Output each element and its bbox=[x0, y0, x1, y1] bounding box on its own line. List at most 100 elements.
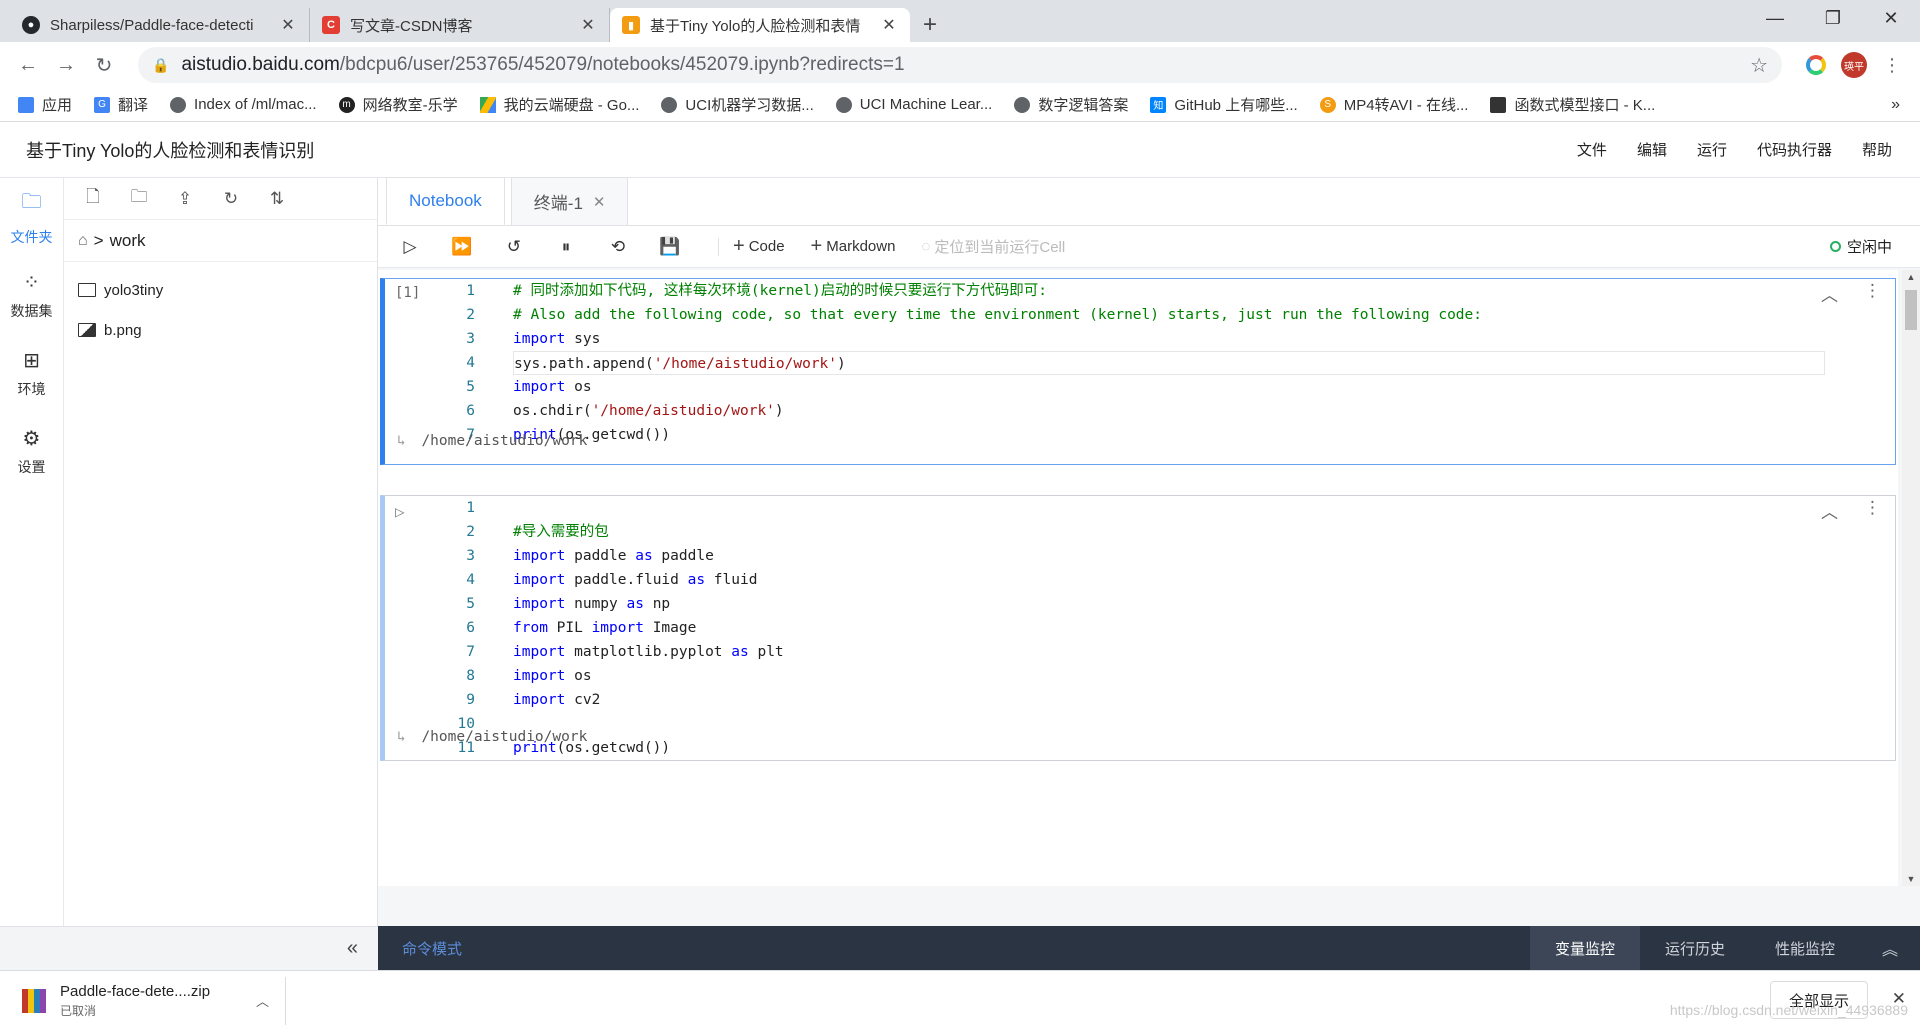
reload-icon[interactable]: ↻ bbox=[88, 49, 120, 81]
status-dot-icon bbox=[1829, 241, 1841, 252]
upload-icon[interactable]: ⇪ bbox=[170, 189, 200, 209]
sort-icon[interactable]: ⇅ bbox=[262, 189, 292, 209]
tab-title: 基于Tiny Yolo的人脸检测和表情 bbox=[650, 17, 861, 35]
bookmark-apps[interactable]: 应用 bbox=[18, 94, 72, 115]
menu-help[interactable]: 帮助 bbox=[1862, 139, 1892, 160]
code-cell[interactable]: [1] ︿ ⋮ 1 # 同时添加如下代码, 这样每次环境(kernel)启动的时候… bbox=[380, 278, 1896, 465]
url-input[interactable]: 🔒 aistudio.baidu.com/bdcpu6/user/253765/… bbox=[138, 47, 1782, 83]
more-icon[interactable]: ⋮ bbox=[1864, 281, 1881, 306]
chevron-up-icon[interactable]: ︿ bbox=[256, 991, 269, 1010]
tab-notebook[interactable]: Notebook bbox=[386, 177, 505, 225]
download-item[interactable]: Paddle-face-dete....zip 已取消 ︿ bbox=[0, 976, 286, 1025]
bookmark-item[interactable]: Index of /ml/mac... bbox=[170, 96, 317, 113]
lock-icon: 🔒 bbox=[152, 56, 170, 73]
scroll-down-icon[interactable]: ▼ bbox=[1902, 874, 1920, 884]
tab-terminal[interactable]: 终端-1 ✕ bbox=[510, 177, 629, 225]
extension-icon[interactable] bbox=[1800, 49, 1832, 81]
close-window-icon[interactable]: ✕ bbox=[1862, 0, 1920, 36]
menu-edit[interactable]: 编辑 bbox=[1637, 139, 1667, 160]
collapse-sidebar-icon[interactable]: « bbox=[347, 937, 358, 960]
bookmarks-overflow-button[interactable]: » bbox=[1891, 96, 1900, 114]
address-bar: ← → ↻ 🔒 aistudio.baidu.com/bdcpu6/user/2… bbox=[0, 42, 1920, 88]
apps-grid-icon bbox=[18, 96, 34, 113]
file-toolbar: 🗋 🗀 ⇪ ↻ ⇅ bbox=[64, 178, 377, 220]
bookmark-item[interactable]: S MP4转AVI - 在线... bbox=[1319, 94, 1468, 115]
download-filename: Paddle-face-dete....zip bbox=[60, 982, 211, 1000]
code-editor[interactable]: 1 2 #导入需要的包 3 import paddle as paddle 4 imp… bbox=[425, 496, 1825, 760]
status-text: 空闲中 bbox=[1846, 239, 1892, 256]
tab-variable-monitor[interactable]: 变量监控 bbox=[1530, 926, 1640, 970]
settings-icon: ⚙ bbox=[22, 427, 41, 450]
add-markdown-button[interactable]: + Markdown bbox=[811, 235, 896, 258]
new-tab-button[interactable]: + bbox=[910, 8, 950, 42]
file-item-image[interactable]: b.png bbox=[64, 310, 377, 350]
interrupt-icon[interactable]: ⏸ bbox=[548, 237, 584, 257]
rail-item-environment[interactable]: ⊞ 环境 bbox=[0, 334, 63, 412]
avatar[interactable]: 瑛平 bbox=[1838, 49, 1870, 81]
close-tab-icon[interactable]: ✕ bbox=[279, 15, 297, 35]
status-bar: 命令模式 变量监控 运行历史 性能监控 ︽ bbox=[378, 926, 1920, 970]
save-icon[interactable]: 💾 bbox=[652, 237, 688, 257]
environment-icon: ⊞ bbox=[23, 349, 40, 372]
bookmark-item[interactable]: UCI机器学习数据... bbox=[661, 94, 814, 115]
restart-kernel-icon[interactable]: ⟲ bbox=[600, 237, 636, 257]
bookmark-label: GitHub 上有哪些... bbox=[1174, 97, 1298, 114]
new-folder-icon[interactable]: 🗀 bbox=[124, 184, 154, 213]
file-item-folder[interactable]: yolo3tiny bbox=[64, 270, 377, 310]
close-tab-icon[interactable]: ✕ bbox=[880, 15, 898, 35]
notebook-scrollbar[interactable]: ▲ ▼ bbox=[1902, 270, 1920, 886]
bookmark-label: 函数式模型接口 - K... bbox=[1514, 97, 1656, 114]
convert-icon: S bbox=[1319, 96, 1336, 113]
minimize-icon[interactable]: — bbox=[1746, 0, 1804, 36]
close-tab-icon[interactable]: ✕ bbox=[579, 15, 597, 35]
rail-label: 设置 bbox=[17, 458, 46, 475]
bookmark-translate[interactable]: G 翻译 bbox=[94, 94, 148, 115]
maximize-icon[interactable]: ❐ bbox=[1804, 0, 1862, 36]
browser-tab-csdn[interactable]: C 写文章-CSDN博客 ✕ bbox=[310, 8, 610, 42]
bookmark-item[interactable]: 知 GitHub 上有哪些... bbox=[1150, 94, 1298, 115]
restart-run-icon[interactable]: ↺ bbox=[496, 237, 532, 257]
code-editor[interactable]: 1 # 同时添加如下代码, 这样每次环境(kernel)启动的时候只要运行下方代码… bbox=[425, 279, 1825, 447]
mooc-icon: m bbox=[338, 96, 355, 113]
browser-tab-github[interactable]: ● Sharpiless/Paddle-face-detecti ✕ bbox=[10, 8, 310, 42]
close-icon[interactable]: ✕ bbox=[593, 193, 606, 211]
add-code-button[interactable]: + Code bbox=[733, 235, 785, 258]
plus-icon: + bbox=[733, 235, 745, 257]
back-icon[interactable]: ← bbox=[12, 49, 44, 81]
bookmark-star-icon[interactable]: ☆ bbox=[1750, 53, 1768, 78]
scroll-up-icon[interactable]: ▲ bbox=[1902, 272, 1920, 282]
bookmark-item[interactable]: 我的云端硬盘 - Go... bbox=[479, 94, 639, 115]
bookmark-item[interactable]: UCI Machine Lear... bbox=[835, 96, 992, 113]
drive-icon bbox=[479, 96, 496, 113]
run-cell-icon[interactable]: ▷ bbox=[395, 502, 405, 521]
bookmark-item[interactable]: 数字逻辑答案 bbox=[1014, 94, 1128, 115]
browser-menu-icon[interactable]: ⋮ bbox=[1876, 49, 1908, 81]
bookmark-label: 应用 bbox=[42, 97, 73, 114]
tab-performance-monitor[interactable]: 性能监控 bbox=[1750, 926, 1860, 970]
scrollbar-thumb[interactable] bbox=[1905, 290, 1917, 330]
bookmark-item[interactable]: 函数式模型接口 - K... bbox=[1490, 94, 1655, 115]
globe-icon bbox=[170, 96, 187, 113]
rail-item-settings[interactable]: ⚙ 设置 bbox=[0, 412, 63, 490]
rail-item-folder[interactable]: 🗀 文件夹 bbox=[0, 178, 63, 256]
forward-icon[interactable]: → bbox=[50, 49, 82, 81]
run-all-icon[interactable]: ⏩ bbox=[444, 237, 480, 257]
file-panel: 🗋 🗀 ⇪ ↻ ⇅ ⌂ > work yolo3tiny b.png bbox=[64, 178, 378, 926]
browser-tab-aistudio[interactable]: ▮ 基于Tiny Yolo的人脸检测和表情 ✕ bbox=[610, 8, 910, 42]
dataset-icon: ⁘ bbox=[23, 271, 40, 294]
menu-kernel[interactable]: 代码执行器 bbox=[1757, 139, 1832, 160]
menu-file[interactable]: 文件 bbox=[1577, 139, 1607, 160]
expand-panel-icon[interactable]: ︽ bbox=[1860, 926, 1920, 970]
refresh-icon[interactable]: ↻ bbox=[216, 189, 246, 209]
breadcrumb-current[interactable]: work bbox=[110, 231, 146, 251]
run-cell-icon[interactable]: ▷ bbox=[392, 237, 428, 257]
home-icon[interactable]: ⌂ bbox=[78, 232, 88, 250]
rail-item-dataset[interactable]: ⁘ 数据集 bbox=[0, 256, 63, 334]
menu-run[interactable]: 运行 bbox=[1697, 139, 1727, 160]
bookmark-item[interactable]: m 网络教室-乐学 bbox=[338, 94, 458, 115]
locate-running-cell-button[interactable]: ◌ 定位到当前运行Cell bbox=[921, 236, 1065, 257]
tab-run-history[interactable]: 运行历史 bbox=[1640, 926, 1750, 970]
new-file-icon[interactable]: 🗋 bbox=[78, 184, 108, 213]
more-icon[interactable]: ⋮ bbox=[1864, 498, 1881, 523]
code-cell[interactable]: ▷ ︿ ⋮ 1 2 #导入需要的包 3 import paddle as paddl… bbox=[380, 495, 1896, 761]
